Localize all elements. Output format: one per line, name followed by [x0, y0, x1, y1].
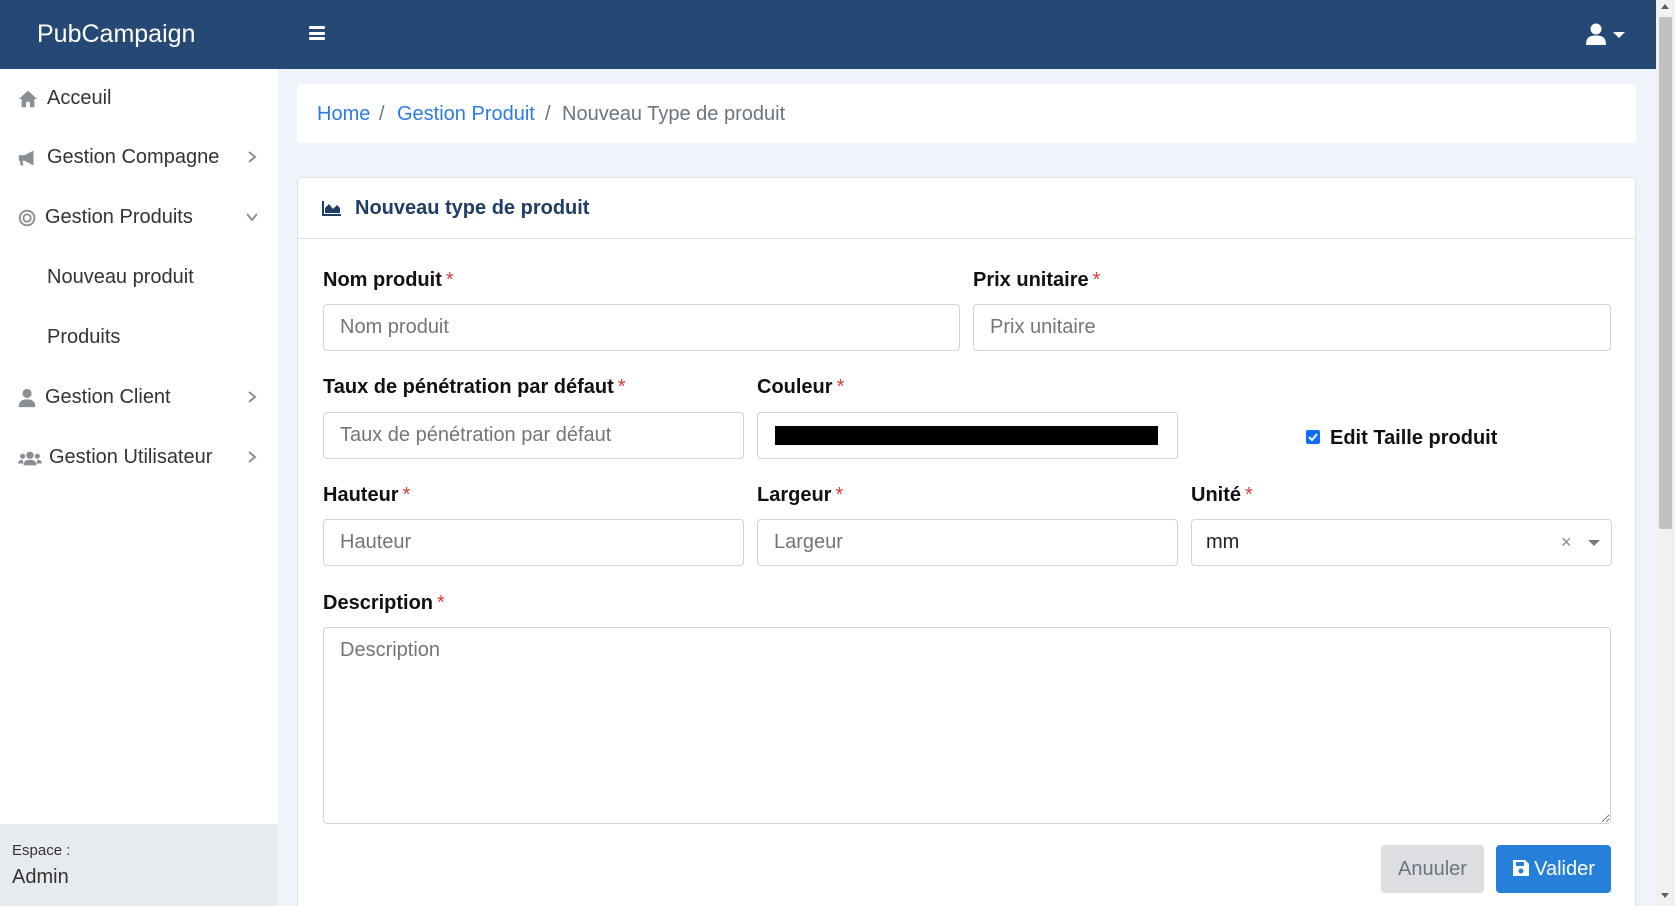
taux-penetration-input[interactable]	[323, 412, 744, 459]
chevron-down-icon	[246, 213, 258, 222]
user-icon	[1586, 23, 1625, 45]
required-mark: *	[402, 484, 411, 506]
chevron-right-icon	[248, 151, 257, 163]
scroll-up-icon[interactable]	[1661, 4, 1669, 9]
sidebar-item-label: Gestion Utilisateur	[49, 446, 213, 468]
unite-selected-value: mm	[1206, 531, 1240, 553]
sidebar-item-label: Produits	[47, 326, 121, 348]
unite-label: Unité *	[1191, 484, 1253, 506]
sidebar-item-gestion-produits[interactable]: Gestion Produits	[0, 193, 278, 243]
caret-down-icon[interactable]	[1588, 540, 1600, 546]
description-label: Description *	[323, 592, 445, 614]
scrollbar-thumb[interactable]	[1659, 17, 1672, 529]
unite-select[interactable]: mm ×	[1191, 519, 1612, 566]
required-mark: *	[836, 376, 845, 398]
edit-taille-checkbox[interactable]	[1306, 430, 1320, 444]
clear-icon[interactable]: ×	[1561, 532, 1572, 553]
sidebar-item-acceuil[interactable]: Acceuil	[0, 74, 278, 124]
bullseye-icon	[18, 209, 36, 227]
required-mark: *	[445, 269, 454, 291]
description-textarea[interactable]	[323, 627, 1611, 824]
chevron-right-icon	[248, 451, 257, 463]
bullhorn-icon	[18, 150, 34, 166]
taux-penetration-label: Taux de pénétration par défaut *	[323, 376, 626, 398]
color-swatch	[775, 426, 1158, 445]
required-mark: *	[835, 484, 844, 506]
breadcrumb-separator: /	[379, 103, 385, 125]
scroll-down-icon[interactable]	[1661, 893, 1669, 898]
save-button[interactable]: Valider	[1496, 845, 1611, 893]
required-mark: *	[437, 592, 445, 614]
nom-produit-label: Nom produit *	[323, 269, 454, 291]
user-menu-button[interactable]	[1585, 23, 1630, 47]
sidebar-item-label: Gestion Produits	[45, 206, 193, 228]
espace-panel: Espace : Admin	[0, 824, 278, 906]
sidebar-item-gestion-client[interactable]: Gestion Client	[0, 373, 278, 423]
chevron-right-icon	[248, 391, 257, 403]
largeur-input[interactable]	[757, 519, 1178, 566]
required-mark: *	[1245, 484, 1253, 506]
largeur-label: Largeur *	[757, 484, 844, 506]
breadcrumb-home-link[interactable]: Home	[317, 103, 370, 125]
breadcrumb: Home / Gestion Produit / Nouveau Type de…	[297, 84, 1636, 143]
couleur-label: Couleur *	[757, 376, 845, 398]
breadcrumb-current: Nouveau Type de produit	[562, 103, 786, 125]
sidebar-item-label: Acceuil	[47, 87, 112, 109]
card-title: Nouveau type de produit	[355, 197, 590, 219]
sidebar-subitem-nouveau-produit[interactable]: Nouveau produit	[0, 253, 278, 303]
page-scrollbar[interactable]	[1656, 0, 1675, 906]
hauteur-input[interactable]	[323, 519, 744, 566]
card-header: Nouveau type de produit	[298, 178, 1635, 239]
brand-logo[interactable]: PubCampaign	[37, 20, 195, 49]
save-button-label: Valider	[1534, 857, 1595, 880]
save-icon	[1513, 859, 1530, 876]
sidebar-item-gestion-utilisateur[interactable]: Gestion Utilisateur	[0, 433, 278, 483]
nom-produit-input[interactable]	[323, 304, 960, 351]
form-card: Nouveau type de produit Nom produit* Pri…	[297, 177, 1636, 906]
home-icon	[18, 90, 38, 108]
users-icon	[18, 451, 42, 466]
sidebar-item-label: Nouveau produit	[47, 266, 194, 288]
sidebar-item-label: Gestion Compagne	[47, 146, 220, 168]
user-icon	[18, 388, 36, 408]
menu-toggle-icon[interactable]	[309, 26, 325, 40]
espace-label: Espace :	[12, 842, 71, 859]
top-navbar: PubCampaign	[0, 0, 1656, 69]
edit-taille-label[interactable]: Edit Taille produit	[1330, 427, 1497, 450]
cancel-button[interactable]: Anuuler	[1381, 845, 1484, 893]
required-mark: *	[1092, 269, 1101, 291]
chart-area-icon	[322, 201, 341, 216]
couleur-color-picker[interactable]	[757, 412, 1178, 459]
check-icon	[1308, 433, 1318, 442]
caret-down-icon	[1613, 32, 1625, 38]
required-mark: *	[617, 376, 626, 398]
espace-value: Admin	[12, 866, 69, 888]
breadcrumb-separator: /	[545, 103, 551, 125]
sidebar-subitem-produits[interactable]: Produits	[0, 313, 278, 363]
hauteur-label: Hauteur *	[323, 484, 411, 506]
sidebar: Acceuil Gestion Compagne Gestion Produit…	[0, 69, 278, 906]
prix-unitaire-label: Prix unitaire *	[973, 269, 1101, 291]
prix-unitaire-input[interactable]	[973, 304, 1611, 351]
breadcrumb-section-link[interactable]: Gestion Produit	[397, 103, 535, 125]
sidebar-item-label: Gestion Client	[45, 386, 171, 408]
sidebar-item-gestion-compagne[interactable]: Gestion Compagne	[0, 133, 278, 183]
